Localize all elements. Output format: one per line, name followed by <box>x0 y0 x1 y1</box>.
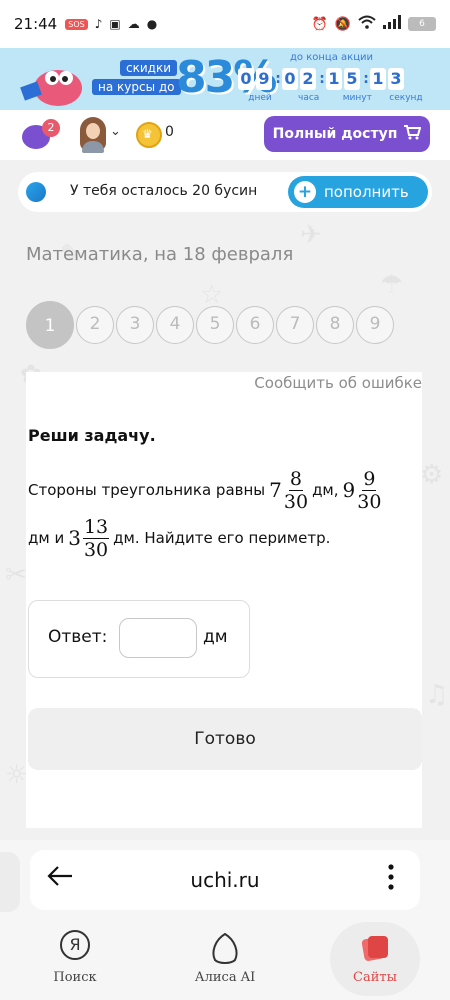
timer-digit: 1 <box>370 68 386 90</box>
sos-icon: SOS <box>65 18 88 30</box>
timer-digit: 1 <box>326 68 342 90</box>
cart-icon <box>403 124 422 144</box>
subject-title: Математика, на 18 февраля <box>26 244 294 265</box>
task-step-7[interactable]: 7 <box>276 306 314 344</box>
timer-days-label: дней <box>248 93 272 103</box>
problem-tail: дм. Найдите его периметр. <box>113 529 331 547</box>
task-step-9[interactable]: 9 <box>356 306 394 344</box>
browser-bottom-nav: Я Поиск Алиса AI Сайты <box>0 922 450 1000</box>
previous-tab-stub[interactable] <box>0 852 20 912</box>
timer-digit: 0 <box>238 68 254 90</box>
timer-digit: 9 <box>256 68 272 90</box>
sites-icon <box>357 930 393 966</box>
app-icon: ▣ <box>109 17 121 31</box>
mute-icon: 🔕 <box>334 16 351 32</box>
promo-line1: скидки <box>120 60 177 76</box>
promo-line2: на курсы до <box>92 79 181 95</box>
task-step-4[interactable]: 4 <box>156 306 194 344</box>
address-bar[interactable]: uchi.ru <box>30 850 420 910</box>
signal-icon <box>383 15 401 33</box>
messages-button[interactable]: 2 <box>22 119 60 149</box>
task-step-3[interactable]: 3 <box>116 306 154 344</box>
status-bar: 21:44 SOS ♪ ▣ ☁ ● ⏰ 🔕 6 <box>0 0 450 48</box>
dot-icon: ● <box>146 17 158 31</box>
task-heading: Реши задачу. <box>28 426 156 445</box>
yandex-search-icon: Я <box>57 930 93 966</box>
answer-input[interactable] <box>119 618 197 658</box>
mascot-icon <box>20 70 82 106</box>
countdown-timer: 0 9 : 0 2 : 1 5 : 1 3 <box>238 68 406 90</box>
problem-unit-1: дм, <box>312 481 339 499</box>
full-access-label: Полный доступ <box>272 126 398 142</box>
alarm-icon: ⏰ <box>311 16 328 32</box>
chevron-down-icon[interactable]: ⌄ <box>110 124 121 139</box>
beads-bar: У тебя осталось 20 бусин + пополнить <box>18 172 432 212</box>
task-card: Сообщить об ошибке Реши задачу. Стороны … <box>26 372 422 828</box>
battery-icon: 6 <box>408 17 436 31</box>
plus-icon: + <box>294 181 316 203</box>
topup-label: пополнить <box>324 183 409 201</box>
nav-search[interactable]: Я Поиск <box>20 922 130 1000</box>
promo-until-label: до конца акции <box>290 52 373 63</box>
task-step-5[interactable]: 5 <box>196 306 234 344</box>
beads-text: У тебя осталось 20 бусин <box>70 183 258 199</box>
full-access-button[interactable]: Полный доступ <box>264 116 430 152</box>
coin-icon[interactable]: ♛ <box>136 122 162 148</box>
timer-colon: : <box>319 71 325 87</box>
menu-dots-icon[interactable] <box>388 864 394 890</box>
nav-sites[interactable]: Сайты <box>320 922 430 1000</box>
answer-label: Ответ: <box>48 627 108 647</box>
done-button[interactable]: Готово <box>28 708 422 770</box>
task-step-6[interactable]: 6 <box>236 306 274 344</box>
timer-hours-label: часа <box>298 93 320 103</box>
mixed-number-side1: 7 8 30 <box>269 467 309 513</box>
timer-digit: 5 <box>344 68 360 90</box>
task-step-8[interactable]: 8 <box>316 306 354 344</box>
task-step-2[interactable]: 2 <box>76 306 114 344</box>
timer-seconds-label: секунд <box>389 93 423 103</box>
wifi-icon <box>358 15 376 33</box>
nav-alice[interactable]: Алиса AI <box>170 922 280 1000</box>
messages-badge: 2 <box>42 119 60 137</box>
clock: 21:44 <box>14 15 58 33</box>
bead-icon <box>26 182 46 202</box>
problem-unit-2: дм и <box>28 529 65 547</box>
timer-minutes-label: минут <box>342 93 372 103</box>
timer-digit: 0 <box>282 68 298 90</box>
timer-colon: : <box>363 71 369 87</box>
timer-digit: 3 <box>388 68 404 90</box>
answer-box: Ответ: дм <box>28 600 250 678</box>
timer-units: дней часа минут секунд <box>238 93 428 103</box>
timer-colon: : <box>275 71 281 87</box>
nav-search-label: Поиск <box>53 970 97 985</box>
problem-text: Стороны треугольника равны 7 8 30 дм, 9 9… <box>28 466 418 562</box>
problem-intro: Стороны треугольника равны <box>28 481 266 499</box>
promo-banner[interactable]: скидки на курсы до 83% до конца акции 0 … <box>0 48 450 110</box>
coin-count: 0 <box>165 124 174 140</box>
url-text[interactable]: uchi.ru <box>30 868 420 892</box>
nav-sites-label: Сайты <box>353 970 397 985</box>
tiktok-icon: ♪ <box>94 17 103 31</box>
topup-button[interactable]: + пополнить <box>288 176 428 208</box>
task-navigation: 1 2 3 4 5 6 7 8 9 <box>26 301 394 349</box>
mixed-number-side2: 9 9 30 <box>342 467 382 513</box>
timer-digit: 2 <box>300 68 316 90</box>
avatar[interactable] <box>78 117 108 153</box>
app-header: 2 ⌄ ♛ 0 Полный доступ <box>0 110 450 160</box>
cloud-icon: ☁ <box>127 17 140 31</box>
report-error-link[interactable]: Сообщить об ошибке <box>254 374 422 392</box>
answer-unit: дм <box>203 627 228 647</box>
browser-chrome: uchi.ru Я Поиск Алиса AI Сайты <box>0 840 450 1000</box>
alice-icon <box>207 930 243 966</box>
nav-alice-label: Алиса AI <box>194 970 256 985</box>
task-step-1[interactable]: 1 <box>26 301 74 349</box>
mixed-number-side3: 3 13 30 <box>68 515 110 561</box>
